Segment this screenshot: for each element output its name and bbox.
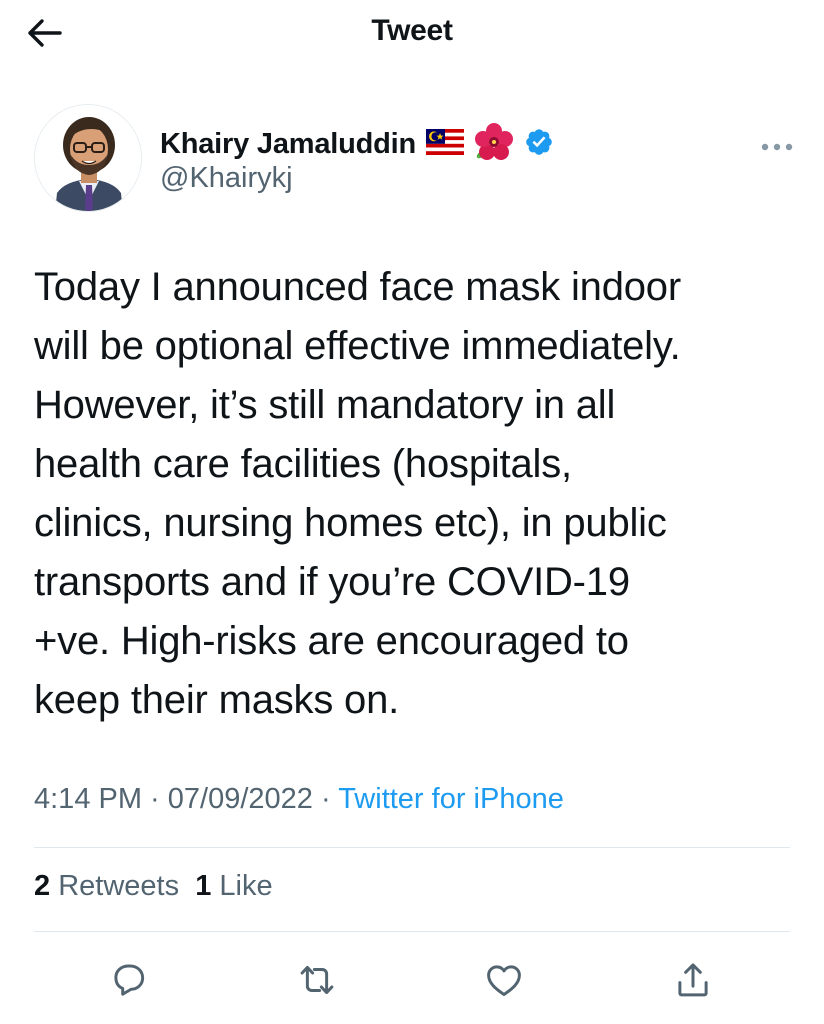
reply-icon	[114, 964, 145, 996]
avatar-illustration	[35, 105, 141, 211]
tweet-author: Khairy Jamaluddin @Khairykj	[34, 104, 794, 214]
hibiscus-icon	[474, 122, 514, 167]
retweets-count: 2	[34, 870, 51, 902]
heart-icon	[487, 965, 521, 997]
likes-label: Like	[219, 870, 273, 902]
tweet-meta: 4:14 PM · 07/09/2022 · Twitter for iPhon…	[34, 783, 564, 816]
retweets-stat[interactable]: 2 Retweets	[34, 870, 179, 902]
verified-badge-icon	[524, 127, 554, 162]
share-button[interactable]	[663, 950, 723, 1010]
tweet-text: Today I announced face mask indoor will …	[34, 265, 681, 722]
reply-button[interactable]	[99, 950, 159, 1010]
malaysia-flag-icon	[426, 128, 465, 160]
meta-separator: ·	[312, 783, 339, 815]
meta-separator: ·	[142, 783, 168, 815]
tweet-time[interactable]: 4:14 PM	[34, 783, 142, 815]
tweet-source-link[interactable]: Twitter for iPhone	[338, 783, 564, 815]
retweet-icon	[300, 965, 334, 995]
divider	[34, 931, 790, 932]
retweets-label: Retweets	[58, 870, 180, 902]
tweet-actions	[0, 950, 824, 1010]
retweet-button[interactable]	[287, 950, 347, 1010]
tweet-date[interactable]: 07/09/2022	[168, 783, 313, 815]
header: Tweet	[0, 0, 824, 66]
more-horizontal-icon	[761, 143, 793, 151]
share-icon	[678, 963, 708, 997]
author-name[interactable]: Khairy Jamaluddin	[160, 128, 416, 161]
divider	[34, 847, 790, 848]
author-handle[interactable]: @Khairykj	[160, 162, 293, 195]
tweet-stats: 2 Retweets 1 Like	[34, 870, 273, 903]
avatar[interactable]	[34, 104, 142, 212]
page-title: Tweet	[371, 14, 453, 47]
likes-stat[interactable]: 1 Like	[195, 870, 272, 902]
like-button[interactable]	[474, 950, 534, 1010]
likes-count: 1	[195, 870, 212, 902]
author-name-row: Khairy Jamaluddin	[160, 122, 554, 167]
more-options-button[interactable]	[752, 132, 802, 162]
